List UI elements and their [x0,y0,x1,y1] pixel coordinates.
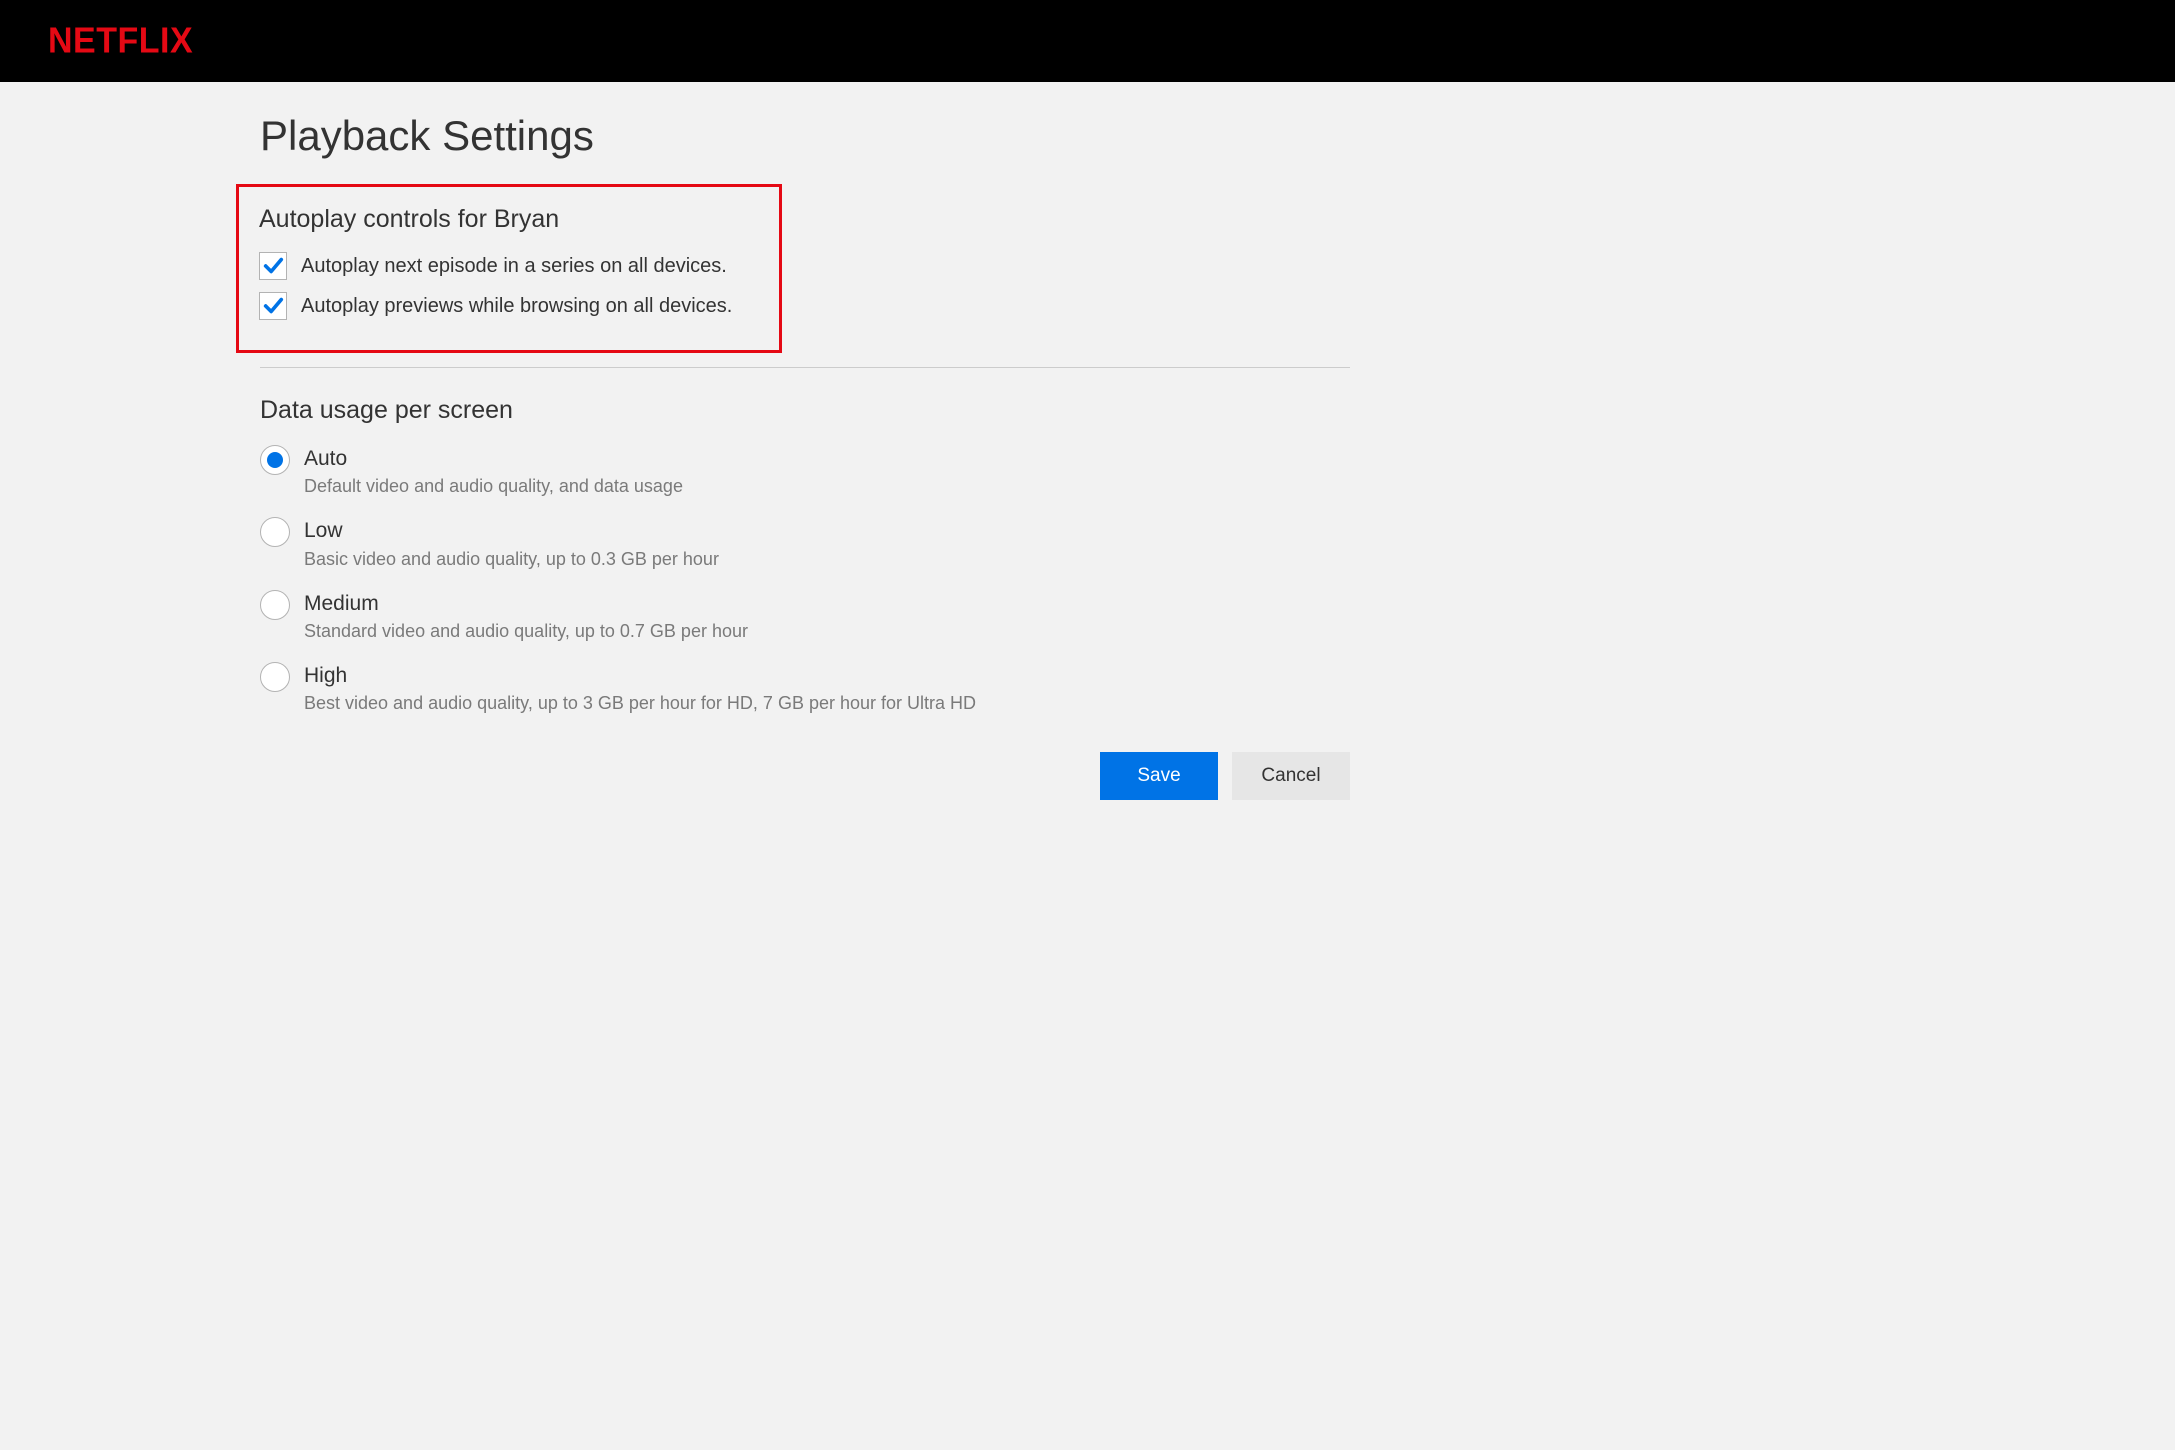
radio-text: Medium Standard video and audio quality,… [304,590,748,642]
radio-high[interactable] [260,662,290,692]
autoplay-option-previews: Autoplay previews while browsing on all … [259,292,759,320]
radio-text: Low Basic video and audio quality, up to… [304,517,719,569]
radio-label: Auto [304,445,683,472]
cancel-button[interactable]: Cancel [1232,752,1350,800]
radio-label: Medium [304,590,748,617]
check-icon [262,255,284,277]
radio-text: Auto Default video and audio quality, an… [304,445,683,497]
radio-description: Standard video and audio quality, up to … [304,621,748,642]
data-usage-option-low: Low Basic video and audio quality, up to… [260,517,1350,569]
checkbox-next-episode[interactable] [259,252,287,280]
data-usage-heading: Data usage per screen [260,396,1350,425]
header-bar: NETFLIX [0,0,2175,82]
data-usage-option-high: High Best video and audio quality, up to… [260,662,1350,714]
autoplay-highlight-box: Autoplay controls for Bryan Autoplay nex… [236,184,782,353]
button-row: Save Cancel [260,752,1350,800]
radio-medium[interactable] [260,590,290,620]
save-button[interactable]: Save [1100,752,1218,800]
content-area: Playback Settings Autoplay controls for … [260,82,1350,800]
checkbox-previews[interactable] [259,292,287,320]
autoplay-heading: Autoplay controls for Bryan [259,205,759,234]
autoplay-option-next-episode: Autoplay next episode in a series on all… [259,252,759,280]
radio-label: Low [304,517,719,544]
radio-description: Best video and audio quality, up to 3 GB… [304,693,976,714]
radio-auto[interactable] [260,445,290,475]
radio-label: High [304,662,976,689]
section-divider [260,367,1350,368]
page-title: Playback Settings [260,112,1350,160]
checkbox-label: Autoplay previews while browsing on all … [301,295,732,318]
radio-description: Default video and audio quality, and dat… [304,476,683,497]
data-usage-option-medium: Medium Standard video and audio quality,… [260,590,1350,642]
checkbox-label: Autoplay next episode in a series on all… [301,255,727,278]
data-usage-option-auto: Auto Default video and audio quality, an… [260,445,1350,497]
check-icon [262,295,284,317]
radio-text: High Best video and audio quality, up to… [304,662,976,714]
netflix-logo[interactable]: NETFLIX [48,21,193,62]
radio-description: Basic video and audio quality, up to 0.3… [304,549,719,570]
radio-low[interactable] [260,517,290,547]
